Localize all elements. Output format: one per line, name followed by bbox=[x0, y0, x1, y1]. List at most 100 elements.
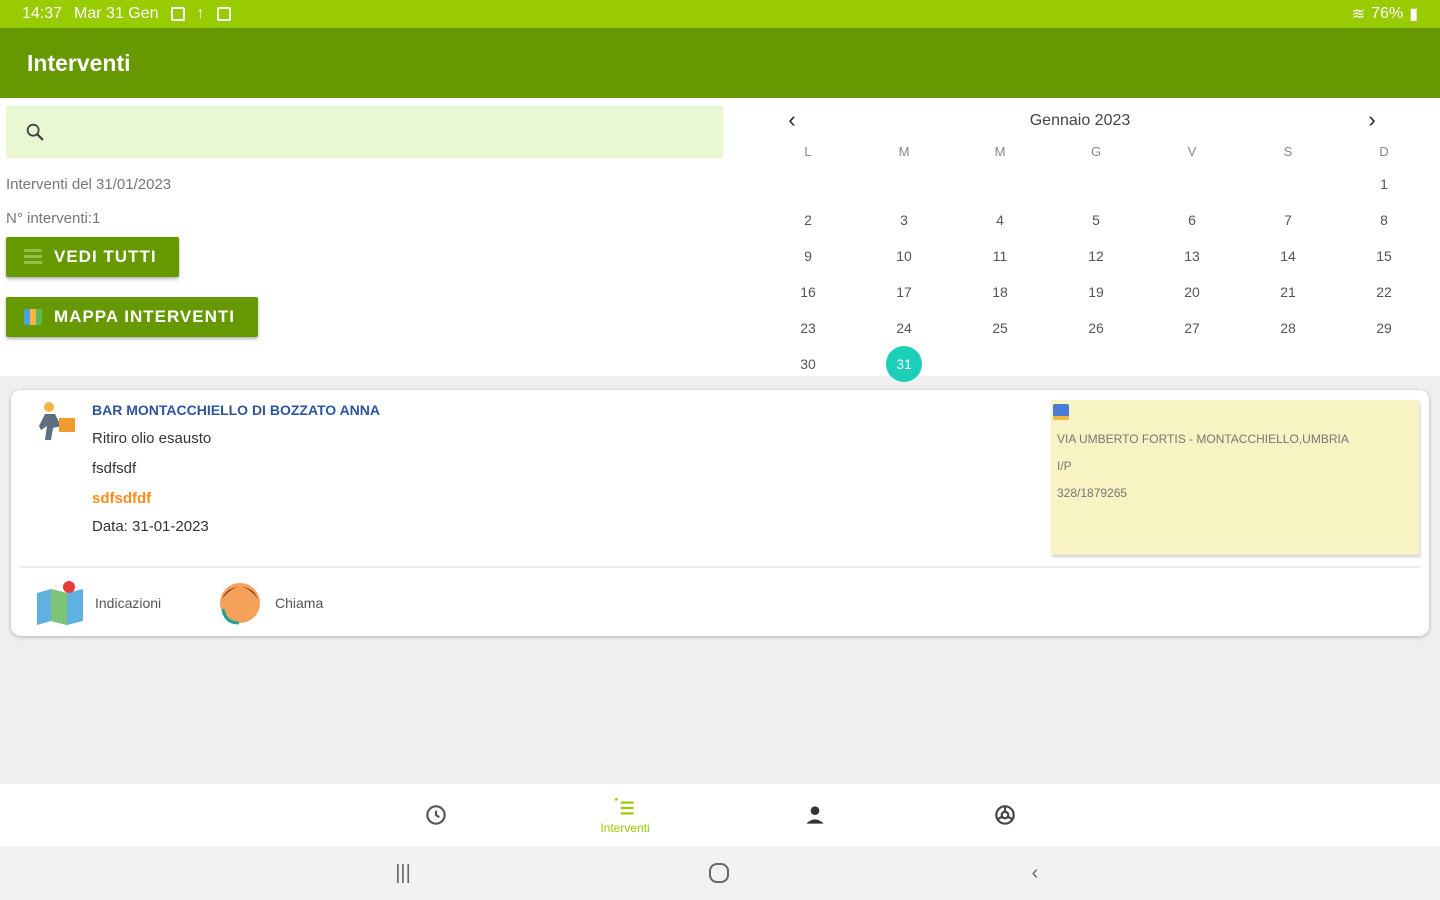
recent-apps-button[interactable]: ||| bbox=[388, 858, 418, 888]
calendar-empty-cell bbox=[1240, 166, 1336, 202]
calendar-day[interactable]: 10 bbox=[856, 238, 952, 274]
calendar-empty-cell bbox=[952, 166, 1048, 202]
directions-button[interactable]: Indicazioni bbox=[35, 578, 161, 628]
calendar-weekday: V bbox=[1187, 144, 1197, 159]
intervention-title[interactable]: BAR MONTACCHIELLO DI BOZZATO ANNA bbox=[92, 402, 380, 418]
intervention-card[interactable]: BAR MONTACCHIELLO DI BOZZATO ANNA Ritiro… bbox=[11, 390, 1429, 636]
status-left: 14:37 Mar 31 Gen ↑ bbox=[22, 5, 231, 23]
calendar-day[interactable]: 1 bbox=[1336, 166, 1432, 202]
calendar-day-number: 9 bbox=[804, 248, 812, 264]
calendar-day-number: 18 bbox=[992, 284, 1008, 300]
calendar-day[interactable]: 28 bbox=[1240, 310, 1336, 346]
calendar-day[interactable]: 27 bbox=[1144, 310, 1240, 346]
nav-interventi[interactable]: Interventi bbox=[565, 784, 685, 846]
calendar-day-number: 19 bbox=[1088, 284, 1104, 300]
memo-note: VIA UMBERTO FORTIS - MONTACCHIELLO,UMBRI… bbox=[1051, 400, 1419, 555]
calendar-day-number: 7 bbox=[1284, 212, 1292, 228]
calendar-day[interactable]: 24 bbox=[856, 310, 952, 346]
calendar-day[interactable]: 18 bbox=[952, 274, 1048, 310]
calendar-month-label: Gennaio 2023 bbox=[1029, 112, 1131, 129]
calendar-day[interactable]: 26 bbox=[1048, 310, 1144, 346]
calendar-day[interactable]: 16 bbox=[760, 274, 856, 310]
calendar-day[interactable]: 12 bbox=[1048, 238, 1144, 274]
calendar-day[interactable]: 21 bbox=[1240, 274, 1336, 310]
calendar-day[interactable]: 25 bbox=[952, 310, 1048, 346]
list-edit-icon bbox=[614, 797, 634, 815]
calendar-day[interactable]: 22 bbox=[1336, 274, 1432, 310]
memo-type: I/P bbox=[1057, 459, 1072, 473]
calendar-day[interactable]: 17 bbox=[856, 274, 952, 310]
status-bar: 14:37 Mar 31 Gen ↑ ≋ 76% ▮ bbox=[0, 0, 1440, 28]
nav-profile[interactable] bbox=[755, 784, 875, 846]
call-button[interactable]: Chiama bbox=[215, 578, 323, 628]
memo-phone: 328/1879265 bbox=[1057, 486, 1128, 500]
calendar-day-number: 20 bbox=[1184, 284, 1200, 300]
status-right: ≋ 76% ▮ bbox=[1352, 4, 1418, 24]
calendar-day[interactable]: 30 bbox=[760, 346, 856, 382]
battery-level: 76% bbox=[1371, 5, 1404, 22]
home-button[interactable] bbox=[704, 858, 734, 888]
map-icon bbox=[24, 309, 42, 325]
calendar-day-number: 6 bbox=[1188, 212, 1196, 228]
calendar-day[interactable]: 11 bbox=[952, 238, 1048, 274]
see-all-button[interactable]: VEDI TUTTI bbox=[6, 237, 179, 277]
battery-icon: ▮ bbox=[1409, 6, 1418, 23]
calendar-day-number: 3 bbox=[900, 212, 908, 228]
calendar-day-number: 16 bbox=[800, 284, 816, 300]
calendar-empty-cell bbox=[760, 166, 856, 202]
calendar-day[interactable]: 20 bbox=[1144, 274, 1240, 310]
calendar-day-number: 4 bbox=[996, 212, 1004, 228]
back-button[interactable]: ‹ bbox=[1020, 858, 1050, 888]
page-title: Interventi bbox=[27, 49, 131, 76]
interventions-count-label: N° interventi:1 bbox=[6, 210, 101, 227]
calendar-day-number: 23 bbox=[800, 320, 816, 336]
calendar-day-number: 12 bbox=[1088, 248, 1104, 264]
directions-label: Indicazioni bbox=[95, 595, 162, 611]
calendar-day[interactable]: 5 bbox=[1048, 202, 1144, 238]
calendar-day[interactable]: 7 bbox=[1240, 202, 1336, 238]
calendar-weekday: D bbox=[1379, 144, 1389, 159]
calendar-day[interactable]: 8 bbox=[1336, 202, 1432, 238]
map-interventions-label: MAPPA INTERVENTI bbox=[54, 307, 235, 326]
card-divider bbox=[19, 566, 1421, 568]
calendar-day-selected[interactable]: 31 bbox=[856, 346, 952, 382]
calendar-day[interactable]: 29 bbox=[1336, 310, 1432, 346]
calendar-day[interactable]: 13 bbox=[1144, 238, 1240, 274]
nav-settings[interactable] bbox=[945, 784, 1065, 846]
calendar-day-number: 11 bbox=[992, 248, 1008, 264]
call-operator-icon bbox=[220, 583, 260, 625]
calendar-next-button[interactable]: › bbox=[1360, 108, 1384, 134]
upload-notification-icon: ↑ bbox=[196, 5, 205, 22]
calendar-empty-cell bbox=[856, 166, 952, 202]
search-box[interactable] bbox=[6, 106, 723, 158]
calendar-day-number: 31 bbox=[886, 346, 922, 382]
status-time: 14:37 bbox=[22, 5, 63, 22]
calendar-day[interactable]: 15 bbox=[1336, 238, 1432, 274]
settings-icon bbox=[995, 805, 1015, 825]
nav-history[interactable] bbox=[376, 784, 496, 846]
calendar-day-number: 5 bbox=[1092, 212, 1100, 228]
calendar-day[interactable]: 9 bbox=[760, 238, 856, 274]
calendar-weekday: S bbox=[1283, 144, 1293, 159]
calendar-day[interactable]: 14 bbox=[1240, 238, 1336, 274]
intervention-date: Data: 31-01-2023 bbox=[92, 518, 209, 535]
calendar-day[interactable]: 6 bbox=[1144, 202, 1240, 238]
calendar-weekday: G bbox=[1090, 144, 1102, 159]
calendar-day-number: 22 bbox=[1376, 284, 1392, 300]
interventions-date-label: Interventi del 31/01/2023 bbox=[6, 176, 172, 193]
calendar-day[interactable]: 23 bbox=[760, 310, 856, 346]
back-chevron-icon: ‹ bbox=[1031, 861, 1039, 884]
calendar-day-number: 24 bbox=[896, 320, 912, 336]
map-interventions-button[interactable]: MAPPA INTERVENTI bbox=[6, 297, 258, 337]
search-input[interactable] bbox=[62, 106, 723, 158]
bottom-nav: Interventi bbox=[0, 784, 1440, 846]
calendar-day[interactable]: 2 bbox=[760, 202, 856, 238]
calendar-day[interactable]: 3 bbox=[856, 202, 952, 238]
worker-icon bbox=[39, 402, 75, 440]
calendar-day[interactable]: 19 bbox=[1048, 274, 1144, 310]
memo-address: VIA UMBERTO FORTIS - MONTACCHIELLO,UMBRI… bbox=[1057, 432, 1349, 446]
home-circle-icon bbox=[709, 863, 729, 883]
intervention-description: Ritiro olio esausto bbox=[92, 430, 212, 447]
calendar-day[interactable]: 4 bbox=[952, 202, 1048, 238]
person-icon bbox=[806, 806, 824, 824]
